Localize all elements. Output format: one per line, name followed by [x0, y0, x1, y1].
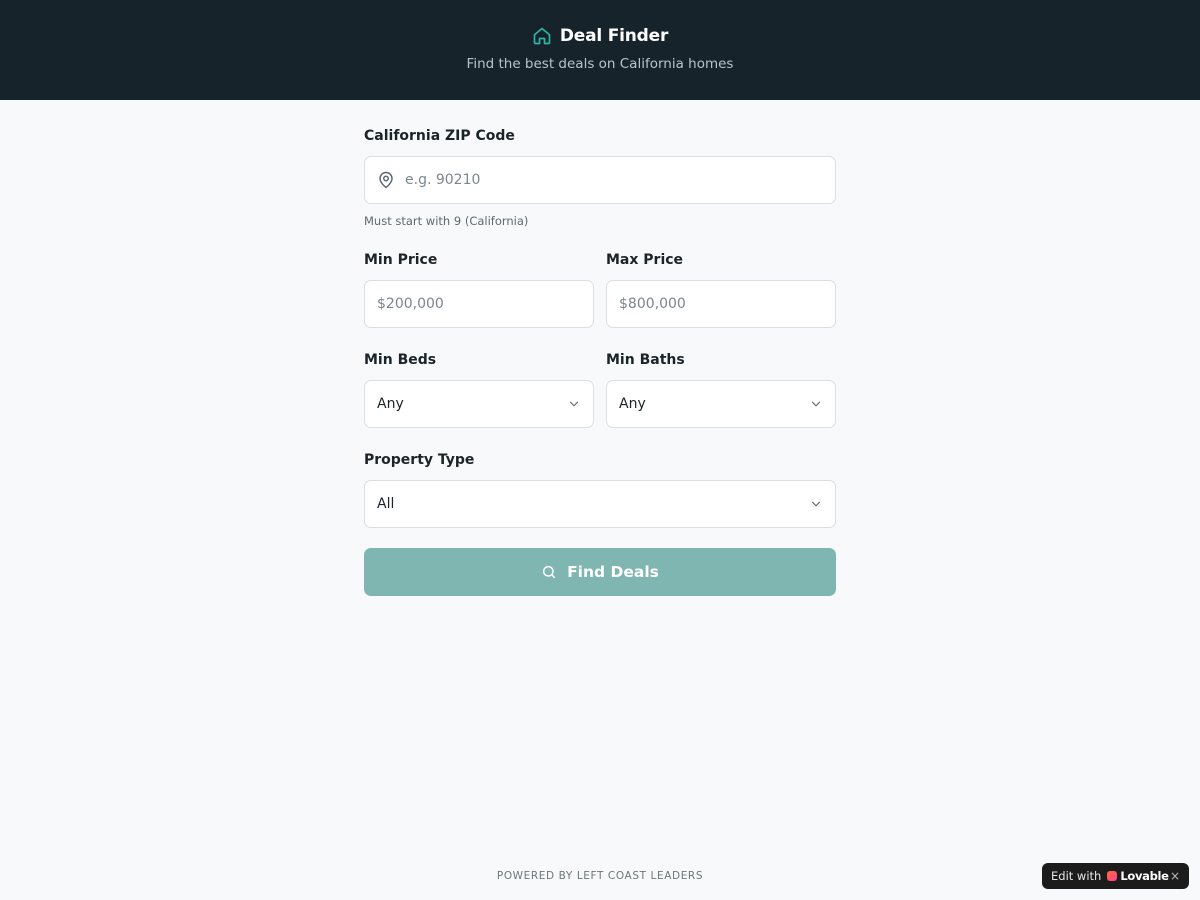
badge-prefix: Edit with [1051, 869, 1102, 883]
property-type-select[interactable]: All [364, 480, 836, 528]
min-beds-value: Any [377, 396, 404, 412]
find-deals-label: Find Deals [567, 563, 659, 581]
heart-icon [1107, 871, 1118, 881]
min-baths-select[interactable]: Any [606, 380, 836, 428]
min-price-group: Min Price $200,000 [364, 252, 594, 328]
map-pin-icon [377, 171, 395, 189]
footer-credit: POWERED BY LEFT COAST LEADERS [496, 870, 704, 882]
min-price-input[interactable]: $200,000 [377, 296, 444, 312]
min-beds-select[interactable]: Any [364, 380, 594, 428]
zip-label: California ZIP Code [364, 128, 515, 144]
min-baths-label: Min Baths [606, 352, 685, 368]
zip-field[interactable]: e.g. 90210 [364, 156, 836, 204]
search-icon [541, 564, 557, 580]
min-price-field[interactable]: $200,000 [364, 280, 594, 328]
min-beds-label: Min Beds [364, 352, 437, 368]
max-price-group: Max Price $800,000 [606, 252, 836, 328]
min-baths-group: Min Baths Any [606, 352, 836, 428]
close-icon[interactable]: × [1170, 869, 1180, 883]
lovable-brand: Lovable [1120, 869, 1169, 883]
chevron-down-icon [809, 497, 823, 511]
chevron-down-icon [567, 397, 581, 411]
property-type-value: All [377, 496, 395, 512]
property-type-label: Property Type [364, 452, 475, 468]
edit-with-lovable-badge[interactable]: Edit with Lovable × [1042, 863, 1189, 889]
min-beds-group: Min Beds Any [364, 352, 594, 428]
app-header: Deal Finder Find the best deals on Calif… [0, 0, 1200, 100]
min-price-label: Min Price [364, 252, 438, 268]
page-title: Deal Finder [559, 26, 669, 46]
home-icon [532, 26, 552, 46]
zip-input[interactable]: e.g. 90210 [405, 172, 480, 188]
brand: Deal Finder [532, 26, 668, 46]
max-price-input[interactable]: $800,000 [619, 296, 686, 312]
find-deals-button[interactable]: Find Deals [364, 548, 836, 596]
min-baths-value: Any [619, 396, 646, 412]
lovable-logo: Lovable [1107, 869, 1169, 883]
page-subtitle: Find the best deals on California homes [466, 56, 734, 72]
max-price-label: Max Price [606, 252, 684, 268]
chevron-down-icon [809, 397, 823, 411]
zip-hint: Must start with 9 (California) [364, 214, 529, 228]
search-form: California ZIP Code e.g. 90210 Must star… [364, 100, 836, 596]
max-price-field[interactable]: $800,000 [606, 280, 836, 328]
